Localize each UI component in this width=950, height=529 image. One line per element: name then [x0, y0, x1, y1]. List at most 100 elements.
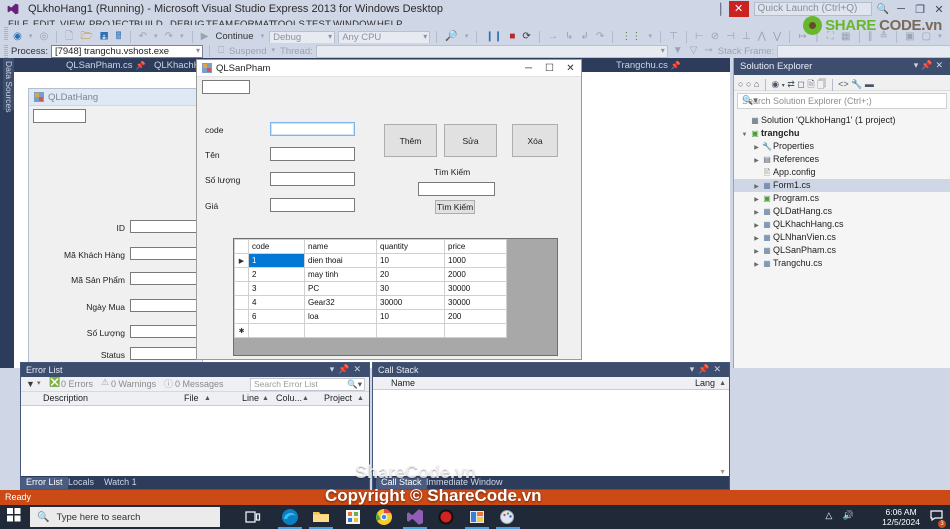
new-file-icon[interactable]: 🗋 — [63, 30, 75, 44]
home-icon[interactable]: ⌂ — [754, 79, 759, 89]
cell-code[interactable]: 2 — [248, 267, 305, 282]
save-all-icon[interactable]: 🖩 — [113, 30, 123, 44]
properties-window-icon[interactable]: 🗍 — [817, 79, 826, 89]
column-header-quantity[interactable]: quantity — [376, 239, 445, 254]
sync-dropdown-icon[interactable]: ▾ — [782, 83, 785, 89]
minimize-button[interactable]: ─ — [894, 3, 908, 15]
navigate-backward-icon[interactable]: ◉ — [11, 30, 24, 44]
pin-icon[interactable]: 📌 — [136, 61, 146, 70]
search-icon[interactable]: 🔍▾ — [347, 379, 362, 390]
show-next-statement-icon[interactable]: → — [546, 30, 560, 44]
tree-node-references[interactable]: ▶ ▤ References — [734, 153, 950, 166]
qlsanpham-form[interactable]: QLSanPham ─ ☐ ✕ code Tên Số lượng Giá Th… — [196, 59, 582, 360]
align-rights-icon[interactable]: ⊣ — [724, 30, 737, 44]
tree-node-qlnhanvien[interactable]: ▶ ▦ QLNhanVien.cs — [734, 231, 950, 244]
cell-code[interactable]: 1 — [248, 253, 305, 268]
view-designer-icon[interactable]: 🔧 — [851, 79, 862, 89]
redo-dropdown-icon[interactable]: ▾ — [178, 30, 186, 44]
feedback-icon[interactable]: ⎮ — [718, 3, 724, 16]
restore-button[interactable]: ❐ — [913, 3, 927, 16]
cell-name[interactable]: dien thoai — [304, 253, 377, 268]
save-icon[interactable]: 🖪 — [98, 30, 111, 44]
column-header-code[interactable]: code — [248, 239, 305, 254]
show-hidden-icons-icon[interactable]: △ — [825, 510, 832, 520]
table-row[interactable]: 3 PC 30 30000 — [234, 281, 507, 296]
forward-icon[interactable]: ○ — [746, 79, 751, 89]
tree-node-trangchu[interactable]: ▼ ▣ trangchu — [734, 127, 950, 140]
qlsanpham-input-code[interactable] — [270, 122, 355, 136]
cell-quantity[interactable]: 20 — [376, 267, 445, 282]
column-header-name[interactable]: name — [304, 239, 377, 254]
paint-icon[interactable] — [499, 508, 517, 526]
tab-error-list[interactable]: Error List — [21, 477, 68, 489]
tab-call-stack[interactable]: Call Stack — [376, 477, 427, 489]
chrome-icon[interactable] — [375, 508, 393, 526]
column-header-name[interactable]: Name — [391, 378, 415, 388]
cell-quantity[interactable]: 30 — [376, 281, 445, 296]
tree-node-trangchu-cs[interactable]: ▶ ▦ Trangchu.cs — [734, 257, 950, 270]
refresh-icon[interactable]: ⇄ — [787, 79, 795, 89]
qlsanpham-input-soluong[interactable] — [270, 172, 355, 186]
message-count[interactable]: 0 Messages — [175, 379, 224, 389]
cell-code[interactable]: 4 — [248, 295, 305, 310]
table-row-new[interactable]: ✱ — [234, 323, 507, 338]
cell-code[interactable]: 3 — [248, 281, 305, 296]
sync-with-document-icon[interactable]: ◉ — [771, 79, 779, 89]
tree-node-appconfig[interactable]: 🖹 App.config — [734, 166, 950, 179]
cell-price[interactable]: 1000 — [444, 253, 507, 268]
open-file-icon[interactable]: 🗁 — [78, 30, 94, 44]
suspend-icon[interactable]: ⎕ — [216, 44, 226, 58]
filter-icon[interactable]: ▼ — [26, 379, 35, 389]
tab-watch-1[interactable]: Watch 1 — [99, 477, 142, 489]
tab-immediate-window[interactable]: Immediate Window — [421, 477, 508, 489]
cell-name[interactable] — [304, 323, 377, 338]
qlsanpham-close-button[interactable]: ✕ — [560, 60, 581, 77]
app-icon[interactable] — [468, 508, 486, 526]
break-all-icon[interactable]: ❙❙ — [483, 30, 504, 44]
doc-tab-qlsanpham[interactable]: QLSanPham.cs 📌 — [60, 58, 152, 72]
product-datagrid[interactable]: code name quantity price ▶ 1 dien thoai … — [233, 238, 558, 356]
cell-code[interactable]: 6 — [248, 309, 305, 324]
edge-icon[interactable] — [281, 508, 299, 526]
expander-icon[interactable]: ▶ — [752, 259, 761, 272]
call-stack-header-controls[interactable]: ▾📌✕ — [690, 364, 725, 375]
tree-node-qlkhachhang[interactable]: ▶ ▦ QLKhachHang.cs — [734, 218, 950, 231]
tab-locals[interactable]: Locals — [63, 477, 99, 489]
view-code-icon[interactable]: <> — [838, 79, 849, 89]
redo-icon[interactable]: ↷ — [163, 30, 175, 44]
tree-node-program[interactable]: ▶ ▣ Program.cs — [734, 192, 950, 205]
cell-price[interactable] — [444, 323, 507, 338]
attach-dropdown-icon[interactable]: ▾ — [463, 30, 471, 44]
undo-dropdown-icon[interactable]: ▾ — [152, 30, 160, 44]
column-header-project[interactable]: Project — [324, 393, 352, 403]
clock[interactable]: 6:06 AM 12/5/2024 — [882, 507, 920, 527]
store-icon[interactable] — [344, 508, 362, 526]
column-header-line[interactable]: Line — [242, 393, 259, 403]
qlsanpham-minimize-button[interactable]: ─ — [518, 60, 539, 77]
cell-quantity[interactable]: 10 — [376, 309, 445, 324]
volume-icon[interactable]: 🔊 — [843, 510, 854, 520]
timkiem-input[interactable] — [418, 182, 495, 196]
tree-node-qlsanpham[interactable]: ▶ ▦ QLSanPham.cs — [734, 244, 950, 257]
error-list-search-input[interactable]: Search Error List 🔍▾ — [250, 378, 365, 391]
flatten-icon[interactable]: ▽ — [688, 44, 700, 58]
align-lefts-icon[interactable]: ⊢ — [693, 30, 706, 44]
qldathang-top-textbox[interactable] — [33, 109, 86, 123]
visual-studio-icon[interactable] — [406, 508, 424, 526]
attach-to-process-icon[interactable]: 🔎 — [443, 30, 459, 44]
table-row[interactable]: 6 loa 10 200 — [234, 309, 507, 324]
system-tray[interactable]: △ 🔊 — [825, 510, 854, 521]
cell-price[interactable]: 30000 — [444, 295, 507, 310]
step-over-icon[interactable]: ↲ — [578, 30, 590, 44]
cell-name[interactable]: may tinh — [304, 267, 377, 282]
solution-configuration-select[interactable]: Debug — [269, 30, 336, 44]
step-into-icon[interactable]: ↳ — [563, 30, 575, 44]
column-header-description[interactable]: Description — [43, 393, 88, 403]
cell-code[interactable] — [248, 323, 305, 338]
qlsanpham-input-gia[interactable] — [270, 198, 355, 212]
align-tops-icon[interactable]: ⊤ — [667, 30, 680, 44]
view-class-diagram-icon[interactable]: ▬ — [865, 79, 874, 89]
solution-explorer-search-input[interactable]: Search Solution Explorer (Ctrl+;) 🔍▾ — [737, 93, 947, 109]
table-row[interactable]: ▶ 1 dien thoai 10 1000 — [234, 253, 507, 268]
error-list-header-controls[interactable]: ▾📌✕ — [330, 364, 365, 375]
